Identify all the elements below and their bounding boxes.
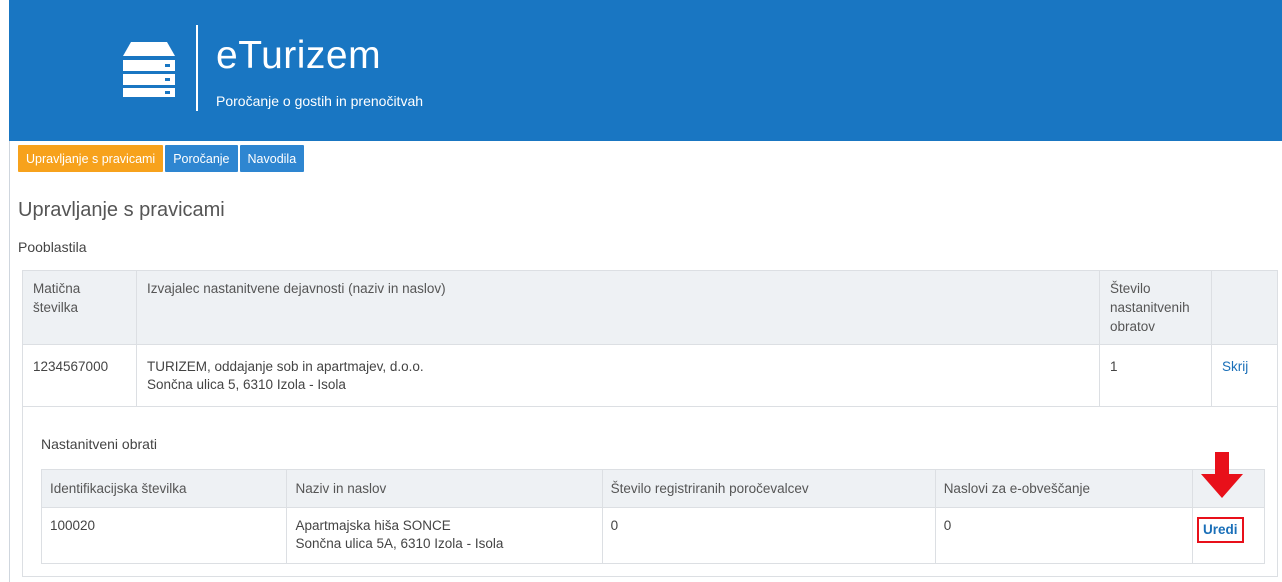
uredi-link[interactable]: Uredi [1197, 517, 1244, 543]
provider-address: Sončna ulica 5, 6310 Izola - Isola [146, 377, 346, 392]
establishments-table: Identifikacijska številka Naziv in naslo… [40, 469, 1265, 564]
header-actions [1211, 270, 1278, 345]
skrij-link[interactable]: Skrij [1222, 359, 1248, 374]
authorizations-table: Matična številka Izvajalec nastanitvene … [22, 270, 1278, 577]
red-arrow-down-icon [1201, 452, 1243, 498]
section-title: Pooblastila [18, 239, 87, 255]
page: eTurizem Poročanje o gostih in prenočitv… [0, 0, 1282, 582]
sub-table-header-row: Identifikacijska številka Naziv in naslo… [40, 469, 1265, 508]
header-maticna-stevilka: Matična številka [22, 270, 137, 345]
page-title: Upravljanje s pravicami [18, 199, 225, 221]
server-logo-icon [123, 42, 175, 97]
cell-maticna-stevilka: 1234567000 [22, 344, 137, 407]
header-divider [196, 25, 198, 111]
table-header-row: Matična številka Izvajalec nastanitvene … [22, 270, 1278, 345]
header-stevilo-obratov: Število nastanitvenih obratov [1099, 270, 1212, 345]
cell-naziv-in-naslov: Apartmajska hiša SONCE Sončna ulica 5A, … [286, 507, 603, 564]
cell-action: Skrij [1211, 344, 1278, 407]
table-row: 100020 Apartmajska hiša SONCE Sončna uli… [40, 507, 1265, 564]
cell-sub-action: Uredi [1192, 507, 1265, 564]
main-nav: Upravljanje s pravicami Poročanje Navodi… [18, 145, 305, 173]
provider-name: TURIZEM, oddajanje sob in apartmajev, d.… [146, 359, 424, 374]
header-naslovi-e-obvescanje: Naslovi za e-obveščanje [934, 469, 1194, 508]
app-title: eTurizem [216, 34, 382, 77]
header-naziv-in-naslov: Naziv in naslov [286, 469, 603, 508]
table-row: 1234567000 TURIZEM, oddajanje sob in apa… [22, 344, 1278, 407]
app-header [9, 0, 1282, 141]
tab-porocanje[interactable]: Poročanje [165, 145, 238, 172]
cell-izvajalec: TURIZEM, oddajanje sob in apartmajev, d.… [135, 344, 1101, 407]
header-stevilo-porocevalcev: Število registriranih poročevalcev [601, 469, 936, 508]
header-izvajalec: Izvajalec nastanitvene dejavnosti (naziv… [135, 270, 1101, 345]
establishment-name: Apartmajska hiša SONCE [295, 518, 451, 533]
tab-navodila[interactable]: Navodila [239, 145, 305, 172]
cell-stevilo-porocevalcev: 0 [601, 507, 936, 564]
header-identifikacijska-stevilka: Identifikacijska številka [40, 469, 288, 508]
establishment-address: Sončna ulica 5A, 6310 Izola - Isola [295, 536, 504, 551]
sub-section-row: Nastanitveni obrati Identifikacijska šte… [22, 406, 1278, 577]
cell-stevilo-obratov: 1 [1099, 344, 1212, 407]
sub-section-title: Nastanitveni obrati [41, 436, 157, 452]
tab-upravljanje-s-pravicami[interactable]: Upravljanje s pravicami [18, 145, 164, 172]
cell-identifikacijska-stevilka: 100020 [40, 507, 288, 564]
sub-section-cell: Nastanitveni obrati Identifikacijska šte… [22, 406, 1278, 577]
cell-naslovi-e-obvescanje: 0 [934, 507, 1194, 564]
app-subtitle: Poročanje o gostih in prenočitvah [216, 93, 424, 109]
